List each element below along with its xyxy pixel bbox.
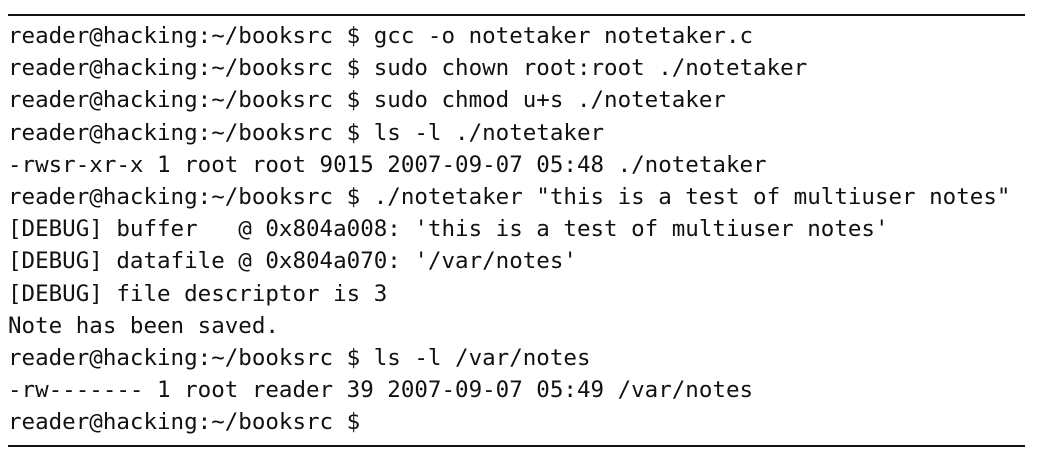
- terminal-line: reader@hacking:~/booksrc $ ls -l ./notet…: [8, 119, 605, 146]
- terminal-listing: reader@hacking:~/booksrc $ gcc -o noteta…: [8, 20, 1025, 438]
- terminal-line: [DEBUG] buffer @ 0x804a008: 'this is a t…: [8, 216, 889, 243]
- terminal-line: -rwsr-xr-x 1 root root 9015 2007-09-07 0…: [8, 151, 767, 178]
- terminal-line: reader@hacking:~/booksrc $ ls -l /var/no…: [8, 344, 591, 371]
- terminal-line: reader@hacking:~/booksrc $ gcc -o noteta…: [8, 23, 754, 49]
- top-rule: [8, 14, 1025, 16]
- terminal-line: reader@hacking:~/booksrc $: [8, 409, 374, 436]
- terminal-line: reader@hacking:~/booksrc $ sudo chown ro…: [8, 55, 808, 82]
- terminal-line: [DEBUG] file descriptor is 3: [8, 280, 388, 307]
- terminal-line: reader@hacking:~/booksrc $ ./notetaker "…: [8, 183, 1011, 210]
- terminal-line: Note has been saved.: [8, 312, 279, 339]
- terminal-line: reader@hacking:~/booksrc $ sudo chmod u+…: [8, 87, 726, 114]
- terminal-line: -rw------- 1 root reader 39 2007-09-07 0…: [8, 377, 754, 404]
- bottom-rule: [8, 445, 1025, 447]
- terminal-line: [DEBUG] datafile @ 0x804a070: '/var/note…: [8, 248, 577, 275]
